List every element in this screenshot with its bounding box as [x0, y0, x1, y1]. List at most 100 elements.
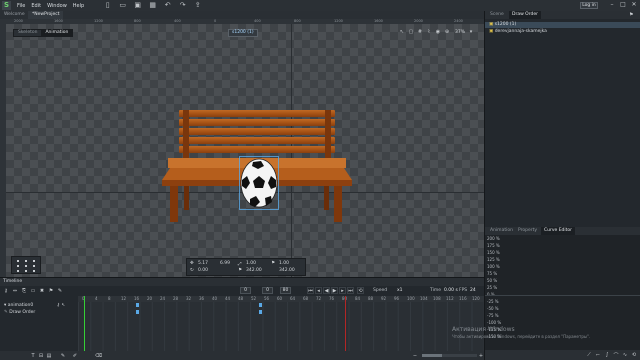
keyframe[interactable] [136, 310, 139, 314]
timeline-frame-number: 8 [108, 296, 111, 301]
rotation-field[interactable]: 0.00 [198, 268, 208, 273]
copy-icon[interactable]: ⎘ [21, 288, 27, 294]
timeline-frame-number: 92 [381, 296, 387, 301]
size-width-field[interactable]: 342.00 [246, 268, 262, 273]
menu-file[interactable]: File [17, 3, 25, 9]
first-frame-button[interactable]: ⏮ [307, 287, 314, 294]
navigation-widget[interactable] [11, 256, 41, 274]
track-animation[interactable]: ▾ animation0 ⚷ ↖ [0, 302, 78, 309]
pointer-icon[interactable]: ↖ [399, 29, 405, 35]
percent-label: 50 % [487, 278, 498, 283]
keyframe[interactable] [136, 303, 139, 307]
panel-options-icon[interactable]: ⚑ [629, 12, 633, 18]
fps-value[interactable]: 24 [470, 288, 476, 293]
prev-frame-button[interactable]: ◂ [315, 287, 322, 294]
brush-icon[interactable]: ✐ [72, 353, 78, 359]
save-icon[interactable]: ▣ [134, 2, 141, 9]
frame-current-field[interactable]: 0 [262, 287, 273, 294]
play-reverse-button[interactable]: ◀ [323, 287, 330, 294]
position-x-field[interactable]: 5.17 [198, 261, 208, 266]
tab-newproject[interactable]: *NewProject [28, 11, 64, 19]
frame-start-field[interactable]: 0 [240, 287, 251, 294]
percent-label: -50 % [487, 306, 499, 311]
tab-curve-editor[interactable]: Curve Editor [541, 227, 576, 235]
bone-icon[interactable]: ⌇ [426, 29, 432, 35]
paste-icon[interactable]: ▤ [46, 353, 52, 359]
size-height-field[interactable]: 342.00 [279, 268, 295, 273]
text-tool-icon[interactable]: T [30, 353, 36, 359]
minimize-icon[interactable]: – [608, 1, 616, 9]
curve-custom-icon[interactable]: ∿ [622, 352, 628, 358]
eraser-icon[interactable]: ⌫ [95, 353, 102, 359]
tab-property[interactable]: Property [515, 227, 540, 235]
curve-linear-icon[interactable]: ⟋ [586, 352, 592, 358]
undo-icon[interactable]: ↶ [164, 2, 171, 9]
document-tabs: Welcome *NewProject [0, 11, 484, 19]
scale-x-field[interactable]: 1.00 [246, 261, 256, 266]
percent-label: 175 % [487, 243, 500, 248]
timeline-frame-number: 68 [303, 296, 309, 301]
eye-icon[interactable]: ◉ [435, 29, 441, 35]
curve-ease-icon[interactable]: ⌒ [613, 352, 619, 359]
timeline-ruler[interactable]: 0481216202428323640444852566064687276808… [78, 296, 484, 302]
login-button[interactable]: Log in [580, 2, 598, 9]
menu-window[interactable]: Window [47, 3, 67, 9]
scene-viewport[interactable]: Skeleton Animation s1200 (1) ↖ ▢ # ⌇ ◉ ⊕… [6, 24, 484, 277]
open-folder-icon[interactable]: ▭ [119, 2, 126, 9]
keyframe[interactable] [259, 303, 262, 307]
last-frame-button[interactable]: ⏭ [347, 287, 354, 294]
close-icon[interactable]: ✕ [630, 1, 638, 9]
flag-icon[interactable]: ⚑ [48, 288, 54, 294]
curve-stepped-icon[interactable]: ⌐ [595, 352, 601, 358]
frame-end-field[interactable]: 80 [280, 287, 291, 294]
next-frame-button[interactable]: ▸ [339, 287, 346, 294]
frame-icon[interactable]: ▢ [408, 29, 414, 35]
folder-icon[interactable]: ▭ [30, 288, 36, 294]
zoom-in-icon[interactable]: + [478, 353, 484, 359]
chevron-down-icon[interactable]: ▾ [468, 29, 474, 35]
play-button[interactable]: ▶ [331, 287, 338, 294]
curve-bezier-icon[interactable]: ∫ [604, 352, 610, 358]
mode-animation[interactable]: Animation [41, 30, 73, 36]
tree-item[interactable]: ▣ derevjannaja-skamejka [485, 29, 640, 35]
save-as-icon[interactable]: ▦ [149, 2, 156, 9]
loop-button[interactable]: ⟲ [357, 287, 364, 294]
move-icon: ✥ [190, 261, 194, 266]
speed-value[interactable]: x1 [397, 288, 403, 293]
zoom-out-icon[interactable]: − [412, 353, 418, 359]
new-file-icon[interactable]: ▯ [104, 2, 111, 9]
maximize-icon[interactable]: □ [619, 1, 627, 9]
keyframe[interactable] [259, 310, 262, 314]
soccer-ball-image[interactable] [239, 156, 279, 210]
percent-label: 150 % [487, 250, 500, 255]
auto-key-icon[interactable]: ✎ [57, 288, 63, 294]
position-y-field[interactable]: 6.99 [220, 261, 230, 266]
menu-help[interactable]: Help [73, 3, 84, 9]
right-panel-tabs: Scene Draw Order ⚑ [485, 11, 640, 19]
key-icon[interactable]: ⚷ [3, 288, 9, 294]
zoom-readout[interactable]: 37% [455, 30, 465, 35]
redo-icon[interactable]: ↷ [179, 2, 186, 9]
move-keys-icon[interactable]: ⇔ [12, 288, 18, 294]
tab-welcome[interactable]: Welcome [0, 11, 29, 19]
time-value: 0.00 s [444, 288, 458, 293]
mode-skeleton[interactable]: Skeleton [14, 30, 41, 36]
track-draw-order[interactable]: ✎ Draw Order [0, 309, 78, 316]
delete-icon[interactable]: ✖ [39, 288, 45, 294]
tab-scene[interactable]: Scene [487, 11, 507, 19]
alt-x-field[interactable]: 1.00 [279, 261, 289, 266]
zoom-icon[interactable]: ⊕ [444, 29, 450, 35]
cut-icon[interactable]: ⊟ [38, 353, 44, 359]
chevron-down-icon[interactable]: ▾ [4, 303, 6, 308]
timeline-zoom-slider[interactable] [422, 354, 477, 357]
export-icon[interactable]: ⇪ [194, 2, 201, 9]
tab-draw-order[interactable]: Draw Order [509, 11, 541, 19]
key-icon[interactable]: ⚷ [57, 303, 60, 308]
grid-icon[interactable]: # [417, 29, 423, 35]
timeline-frame-number: 116 [459, 296, 467, 301]
curve-reset-icon[interactable]: ⟲ [631, 352, 637, 358]
menu-edit[interactable]: Edit [31, 3, 41, 9]
pen-icon[interactable]: ✎ [60, 353, 66, 359]
tab-animation[interactable]: Animation [487, 227, 516, 235]
tree-item[interactable]: ▣ s1200 (1) [485, 22, 640, 28]
